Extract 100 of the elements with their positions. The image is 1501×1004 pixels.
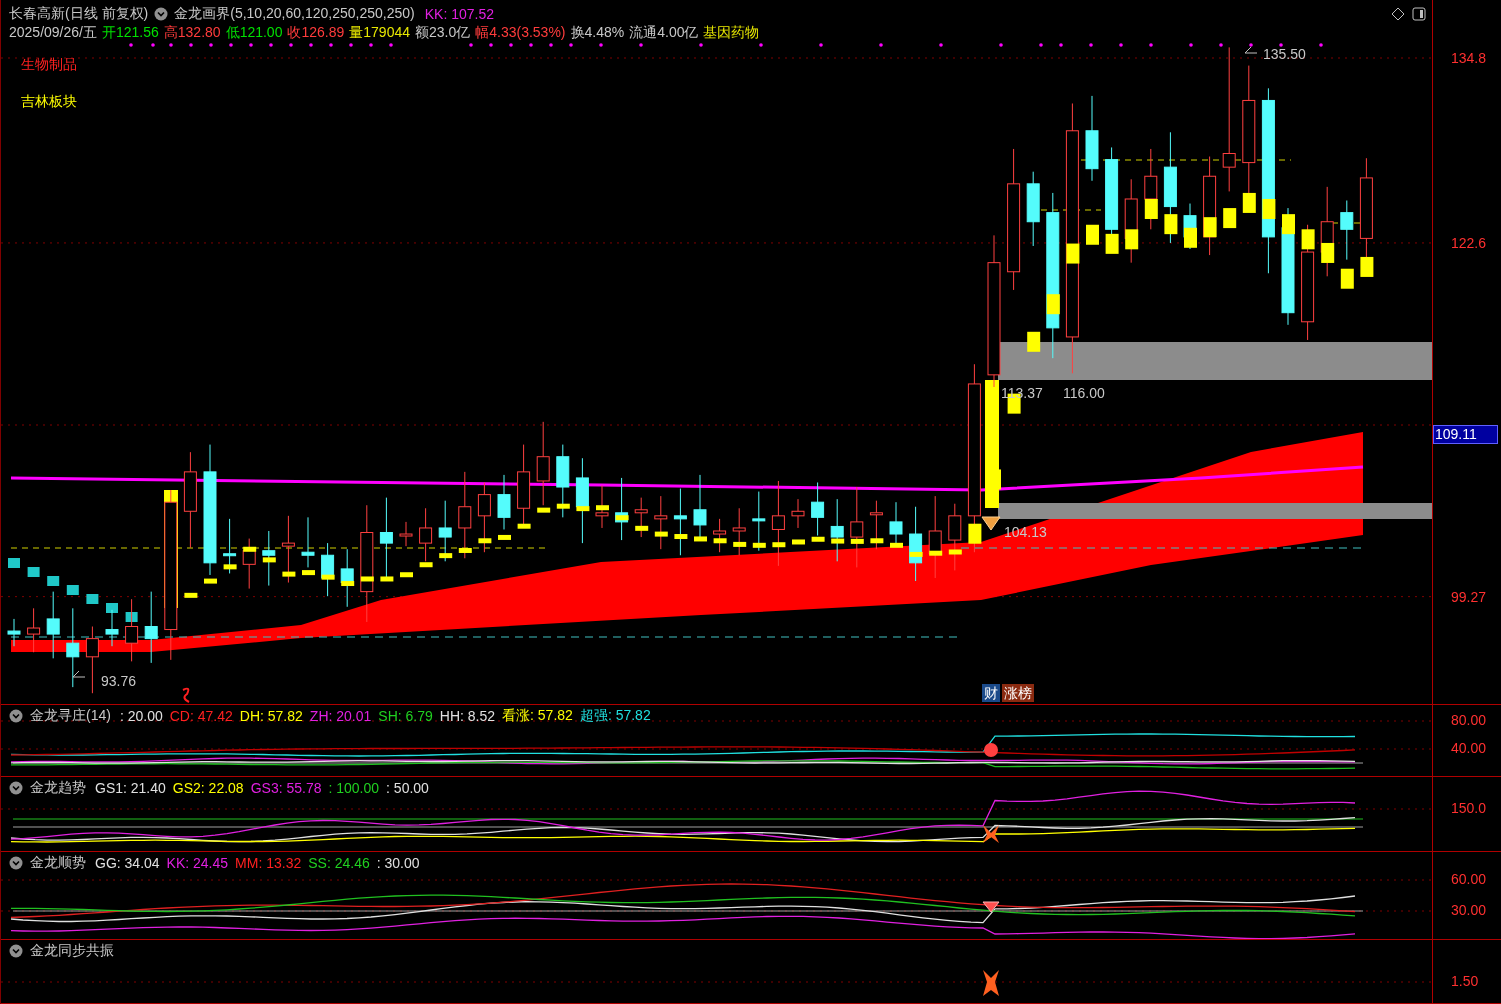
sector-tag: 生物制品 [21,56,760,79]
signal-dot [329,43,333,47]
dropdown-icon[interactable] [9,709,23,723]
quote-value: 开121.56 [101,23,159,42]
indicator-bar [576,506,590,512]
signal-dot [469,43,473,47]
squiggle-icon [182,687,190,703]
indicator-value: GG: 34.04 [95,855,160,871]
panel-title: 金龙顺势 [30,854,86,872]
indicator-bar [1340,268,1354,289]
candle [830,498,844,562]
indicator-bar [243,546,257,552]
panel-toggle-icon[interactable] [1412,7,1426,21]
signal-dot [509,43,513,47]
indicator-value: HH: 8.52 [439,708,496,724]
indicator-bar [654,531,668,537]
indicator-bar [47,576,60,586]
indicator-bar [27,567,40,577]
indicator-bar [223,564,237,570]
indicator-bar [1242,192,1256,213]
quote-value: 幅4.33(3.53%) [475,23,566,42]
indicator-bar [439,553,453,559]
indicator-bar [8,558,20,568]
candle [654,495,668,550]
signal-dot [389,43,393,47]
indicator-bar [792,539,805,545]
quote-value: 低121.00 [225,23,283,42]
dashed-line [1040,209,1102,211]
signal-dot [289,43,293,47]
candle [7,618,21,647]
pointer-icon [1244,46,1258,54]
indicator-bar [733,541,747,547]
marker-badge: 财 [982,684,1000,702]
dropdown-icon[interactable] [154,6,169,21]
axis-tick: 60.00 [1451,871,1487,887]
candle [105,609,119,647]
price-label: 135.50 [1263,46,1306,62]
dropdown-icon[interactable] [9,944,23,958]
indicator-bar [615,515,629,521]
indicator-bar [106,603,118,613]
indicator-bar [811,536,825,542]
axis-tick: 150.0 [1451,800,1487,816]
dropdown-icon[interactable] [9,856,23,870]
candle [125,598,139,662]
diamond-icon[interactable] [1391,7,1405,21]
indicator-value: GS1: 21.40 [95,780,166,796]
indicator-bar [302,570,315,576]
indicator-value: KK: 24.45 [166,855,229,871]
indicator-value: : 50.00 [386,780,429,796]
indicator-bar [694,536,707,542]
signal-dot [1319,43,1323,47]
indicator-bar [890,542,903,548]
indicator-bar [204,578,217,584]
signal-dot [1149,43,1153,47]
axis-tick: 134.8 [1451,50,1487,66]
signal-dot [209,43,213,47]
indicator-bar [596,505,609,511]
indicator-bar [1125,229,1139,250]
indicator-bar [674,534,688,539]
candle [713,518,727,553]
gem-icon [982,901,1000,913]
indicator-bar [380,576,394,582]
candle [595,485,609,529]
signal-dot [879,43,883,47]
indicator-bar [909,551,923,557]
dropdown-icon[interactable] [9,781,23,795]
stock-title: 长春高新(日线 前复权) [9,4,149,23]
quote-value: 2025/09/26/五 [9,23,97,42]
indicator-bar [850,538,864,544]
panel-title: 金龙趋势 [30,779,86,797]
signal-dot [549,43,553,47]
candle [46,591,60,659]
indicator-bar [360,576,374,582]
indicator-bar [282,571,296,577]
indicator-bar [1360,256,1374,277]
signal-dot [349,43,353,47]
signal-dot [489,43,493,47]
indicator-bar [400,572,413,578]
indicator-bar [1223,208,1237,229]
panel-title: 金龙同步共振 [30,942,114,960]
axis-tick: 99.27 [1451,588,1487,605]
indicator-bar [262,557,276,563]
signal-dot [169,43,173,47]
indicator-value: KK: 107.52 [424,5,494,22]
indicator-bar [772,542,786,548]
signal-dot [1089,43,1093,47]
quote-value: 收126.89 [287,23,345,42]
badge-icon [984,743,998,757]
candle [948,503,962,571]
signal-dot [939,43,943,47]
indicator-bar [635,525,649,531]
candle [732,507,746,556]
butterfly-icon [983,970,999,996]
signal-dot [1279,43,1283,47]
candle [869,500,883,550]
candle [693,474,707,538]
price-label: 113.37 [1001,385,1043,401]
candle [1340,200,1354,261]
indicator-title: 金龙画界(5,10,20,60,120,250,250,250) [174,4,415,23]
indicator-bar [831,538,845,544]
